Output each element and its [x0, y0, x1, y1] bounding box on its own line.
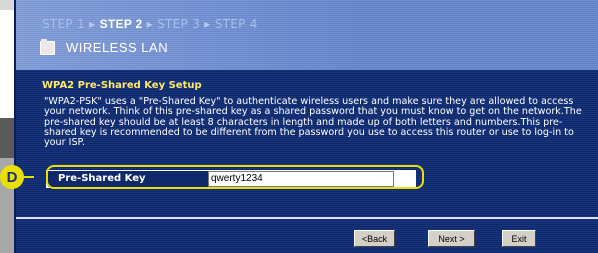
- step-1: STEP 1: [42, 17, 86, 31]
- callout-label: D: [6, 168, 18, 186]
- next-button[interactable]: Next >: [428, 230, 475, 247]
- step-separator-icon: ▸: [204, 17, 211, 31]
- wizard-header: [16, 0, 598, 70]
- callout-badge: D: [0, 165, 24, 189]
- step-3: STEP 3: [157, 17, 201, 31]
- exit-button[interactable]: Exit: [502, 230, 536, 247]
- step-separator-icon: ▸: [146, 17, 153, 31]
- folder-icon: [40, 38, 55, 55]
- page-title: WIRELESS LAN: [66, 40, 169, 55]
- step-4: STEP 4: [214, 17, 258, 31]
- highlight-outline: [46, 165, 424, 189]
- wizard-steps: STEP 1 ▸ STEP 2 ▸ STEP 3 ▸ STEP 4: [42, 17, 258, 31]
- step-2-active: STEP 2: [99, 17, 143, 31]
- step-separator-icon: ▸: [89, 17, 96, 31]
- section-title: WPA2 Pre-Shared Key Setup: [42, 80, 202, 91]
- page-title-row: WIRELESS LAN: [40, 38, 169, 55]
- wizard-panel: STEP 1 ▸ STEP 2 ▸ STEP 3 ▸ STEP 4 WIRELE…: [14, 0, 598, 253]
- section-description: "WPA2-PSK" uses a "Pre-Shared Key" to au…: [44, 96, 582, 149]
- back-button[interactable]: <Back: [354, 230, 395, 247]
